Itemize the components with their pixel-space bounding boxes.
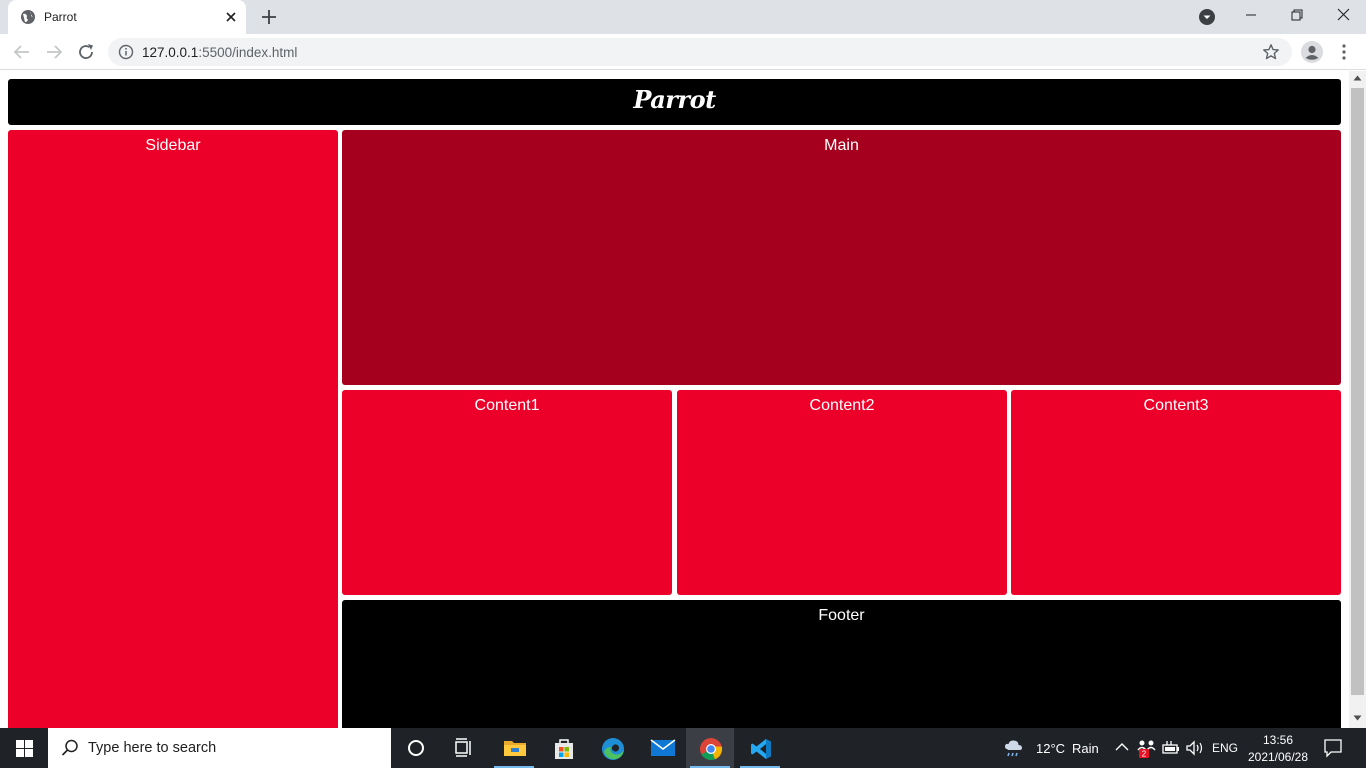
chrome-icon [700, 738, 723, 761]
url-text: 127.0.0.1:5500/index.html [142, 45, 297, 60]
page-header: Parrot [8, 79, 1341, 125]
back-icon[interactable] [11, 41, 33, 63]
search-icon [61, 739, 78, 756]
taskbar-search-box[interactable]: Type here to search [48, 728, 391, 768]
content2-panel: Content2 [677, 390, 1007, 595]
tab-search-icon[interactable] [1198, 8, 1216, 26]
profile-avatar-icon[interactable] [1300, 40, 1324, 64]
scroll-down-arrow-icon[interactable] [1353, 715, 1362, 721]
restore-button[interactable] [1274, 0, 1320, 30]
main-label: Main [824, 137, 859, 154]
restore-icon [1291, 9, 1303, 21]
browser-toolbar: 127.0.0.1:5500/index.html [0, 34, 1366, 70]
content1-label: Content1 [474, 397, 540, 414]
language-indicator[interactable]: ENG [1212, 741, 1238, 755]
site-logo: Parrot [633, 85, 716, 114]
main-panel: Main [342, 130, 1341, 385]
site-info-icon[interactable] [118, 44, 134, 60]
new-tab-icon[interactable] [259, 7, 279, 27]
close-tab-icon[interactable] [222, 8, 240, 26]
scroll-up-arrow-icon[interactable] [1353, 75, 1362, 81]
windows-logo-icon [16, 740, 33, 757]
store-button[interactable] [539, 728, 587, 768]
file-explorer-button[interactable] [490, 728, 538, 768]
footer-panel: Footer [342, 600, 1341, 728]
windows-taskbar: Type here to search 12°C Rain 2 ENG 13:5… [0, 728, 1366, 768]
browser-tab[interactable]: Parrot [8, 0, 246, 34]
weather-condition: Rain [1072, 741, 1099, 756]
content1-panel: Content1 [342, 390, 672, 595]
cortana-button[interactable] [392, 728, 440, 768]
browser-menu-icon[interactable] [1336, 42, 1352, 62]
url-host: 127.0.0.1 [142, 45, 199, 60]
tab-title: Parrot [44, 10, 77, 24]
forward-icon[interactable] [43, 41, 65, 63]
weather-rain-icon[interactable] [1002, 737, 1026, 759]
chrome-button[interactable] [686, 728, 734, 768]
minimize-button[interactable] [1228, 0, 1274, 30]
page-viewport: Parrot Sidebar Main Content1 Content2 Co… [0, 71, 1366, 728]
mail-icon [650, 739, 676, 756]
browser-tab-strip: Parrot [0, 0, 1366, 34]
scrollbar-thumb[interactable] [1351, 88, 1364, 695]
url-path: :5500/index.html [198, 45, 298, 60]
weather-temperature: 12°C [1036, 741, 1066, 756]
globe-icon [21, 10, 35, 24]
search-placeholder: Type here to search [88, 740, 217, 756]
vscode-button[interactable] [736, 728, 784, 768]
task-view-icon [455, 738, 471, 757]
mail-button[interactable] [637, 728, 685, 768]
edge-button[interactable] [588, 728, 636, 768]
clock-date: 2021/06/28 [1247, 750, 1309, 764]
action-center-icon[interactable] [1323, 738, 1343, 758]
footer-label: Footer [818, 607, 865, 624]
content3-panel: Content3 [1011, 390, 1341, 595]
file-explorer-icon [504, 741, 526, 756]
store-icon [555, 739, 573, 759]
reload-icon[interactable] [75, 41, 97, 63]
edge-icon [602, 738, 624, 760]
start-button[interactable] [0, 728, 48, 768]
sidebar-label: Sidebar [145, 137, 201, 154]
notification-badge-count: 2 [1142, 750, 1147, 759]
sidebar-panel: Sidebar [8, 130, 338, 728]
taskbar-clock[interactable]: 13:56 2021/06/28 [1246, 732, 1310, 766]
clock-time: 13:56 [1262, 733, 1294, 747]
minimize-icon [1246, 14, 1256, 16]
bookmark-star-icon[interactable] [1262, 43, 1280, 61]
speaker-volume-icon[interactable] [1185, 740, 1205, 756]
address-bar[interactable]: 127.0.0.1:5500/index.html [108, 38, 1292, 66]
vertical-scrollbar[interactable] [1349, 71, 1366, 728]
close-window-button[interactable] [1320, 0, 1366, 30]
content2-label: Content2 [809, 397, 875, 414]
battery-plug-icon[interactable] [1162, 740, 1180, 756]
cortana-icon [408, 740, 424, 756]
content3-label: Content3 [1143, 397, 1209, 414]
close-icon [1337, 8, 1350, 21]
task-view-button[interactable] [440, 728, 488, 768]
network-people-icon[interactable]: 2 [1136, 738, 1158, 758]
chevron-up-icon[interactable] [1115, 742, 1129, 752]
vscode-icon [751, 739, 771, 759]
